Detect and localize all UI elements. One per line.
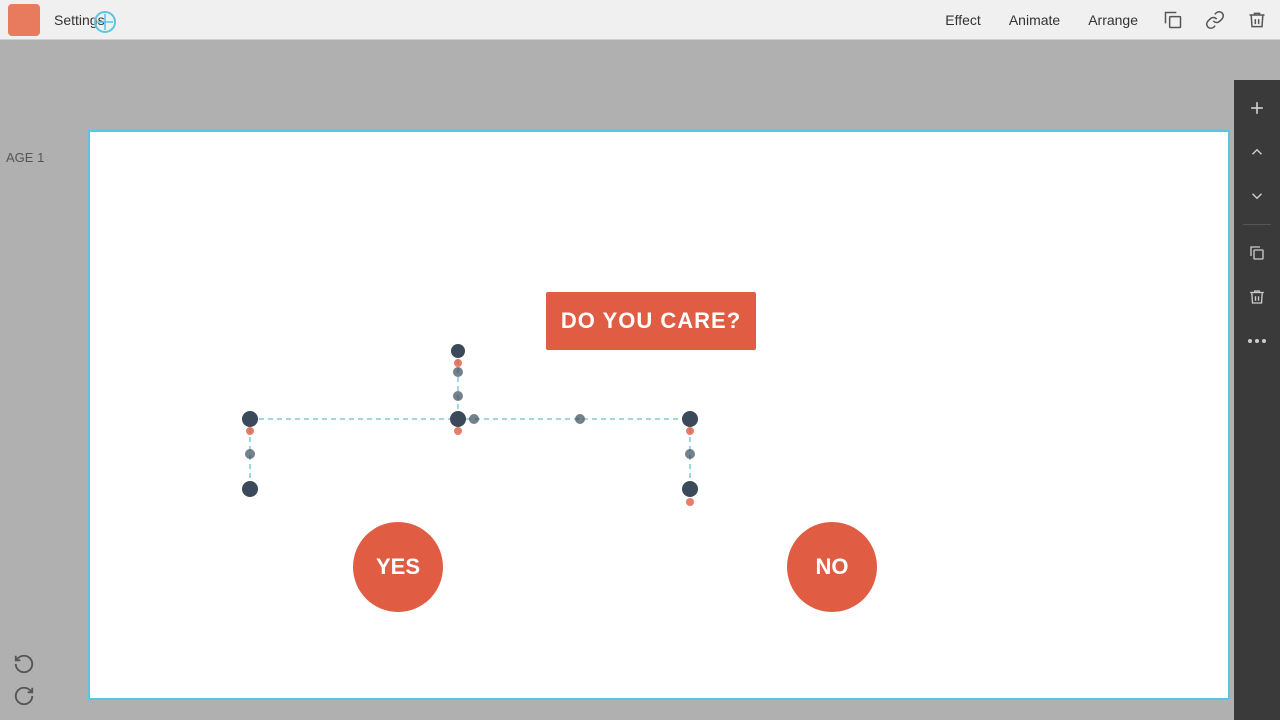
move-down-button[interactable] xyxy=(1239,178,1275,214)
canvas-area: AGE 1 xyxy=(0,40,1280,720)
delete-icon[interactable] xyxy=(1246,9,1268,31)
more-options-button[interactable] xyxy=(1239,323,1275,359)
link-icon[interactable] xyxy=(1204,9,1226,31)
topbar-left: Settings xyxy=(0,4,113,36)
no-text: NO xyxy=(816,554,849,580)
arrange-button[interactable]: Arrange xyxy=(1084,8,1142,32)
add-element-button[interactable] xyxy=(1239,90,1275,126)
redo-button[interactable] xyxy=(10,682,38,710)
settings-button[interactable]: Settings xyxy=(46,8,113,32)
animate-button[interactable]: Animate xyxy=(1005,8,1064,32)
yes-text: YES xyxy=(376,554,420,580)
copy-icon[interactable] xyxy=(1162,9,1184,31)
yes-circle[interactable]: YES xyxy=(353,522,443,612)
undo-button[interactable] xyxy=(10,650,38,678)
page-label: AGE 1 xyxy=(0,148,50,167)
effect-button[interactable]: Effect xyxy=(941,8,985,32)
right-sidebar xyxy=(1234,80,1280,720)
duplicate-button[interactable] xyxy=(1239,235,1275,271)
bottom-left-controls xyxy=(10,650,38,710)
app-icon[interactable] xyxy=(8,4,40,36)
connections-svg xyxy=(90,132,1228,698)
sidebar-delete-button[interactable] xyxy=(1239,279,1275,315)
move-up-button[interactable] xyxy=(1239,134,1275,170)
topbar-right: Effect Animate Arrange xyxy=(941,8,1280,32)
question-box[interactable]: DO YOU CARE? xyxy=(546,292,756,350)
slide-canvas[interactable]: DO YOU CARE? YES NO xyxy=(88,130,1230,700)
sidebar-divider xyxy=(1243,224,1271,225)
question-text: DO YOU CARE? xyxy=(561,308,741,334)
no-circle[interactable]: NO xyxy=(787,522,877,612)
topbar: Settings Effect Animate Arrange xyxy=(0,0,1280,40)
